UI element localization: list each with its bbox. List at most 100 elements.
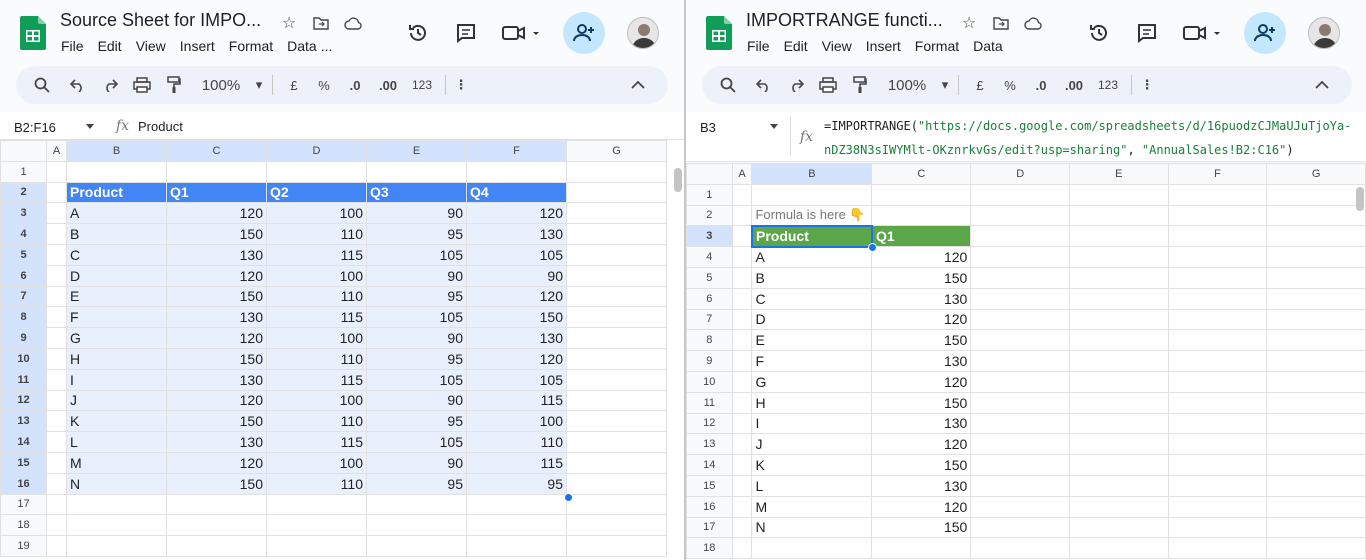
data-cell[interactable]: 130 bbox=[871, 350, 972, 372]
empty-cell[interactable] bbox=[466, 535, 567, 557]
data-cell[interactable]: 115 bbox=[466, 389, 567, 412]
empty-cell[interactable] bbox=[970, 350, 1070, 372]
data-cell[interactable]: 110 bbox=[466, 431, 567, 453]
data-cell[interactable]: 90 bbox=[366, 389, 467, 412]
row-header[interactable]: 18 bbox=[686, 537, 733, 560]
data-cell[interactable]: 95 bbox=[366, 285, 467, 308]
empty-cell[interactable] bbox=[1069, 391, 1169, 414]
column-header-f[interactable]: F bbox=[466, 140, 567, 162]
empty-cell[interactable] bbox=[731, 412, 753, 435]
empty-cell[interactable] bbox=[1266, 308, 1366, 331]
sheets-logo-icon[interactable] bbox=[20, 16, 46, 50]
data-cell[interactable]: 120 bbox=[871, 495, 972, 518]
header-cell[interactable]: Q1 bbox=[871, 225, 972, 248]
empty-cell[interactable] bbox=[731, 204, 753, 227]
empty-cell[interactable] bbox=[1266, 537, 1366, 560]
menu-data[interactable]: Data bbox=[287, 38, 317, 54]
empty-cell[interactable] bbox=[871, 537, 972, 560]
avatar[interactable] bbox=[627, 17, 659, 49]
empty-cell[interactable] bbox=[466, 160, 567, 183]
row-header[interactable]: 2 bbox=[686, 204, 733, 227]
empty-cell[interactable] bbox=[970, 329, 1070, 352]
more-options-icon[interactable]: ⋮ bbox=[1138, 70, 1156, 100]
empty-cell[interactable] bbox=[1266, 350, 1366, 372]
empty-cell[interactable] bbox=[731, 454, 753, 476]
empty-cell[interactable] bbox=[366, 535, 467, 557]
empty-cell[interactable] bbox=[970, 474, 1070, 497]
data-cell[interactable]: 100 bbox=[266, 264, 367, 287]
data-cell[interactable]: 130 bbox=[166, 306, 267, 329]
empty-cell[interactable] bbox=[1167, 433, 1268, 456]
empty-cell[interactable] bbox=[1266, 287, 1366, 310]
data-cell[interactable]: 150 bbox=[166, 472, 267, 495]
data-cell[interactable]: 150 bbox=[871, 266, 972, 289]
row-header[interactable]: 3 bbox=[0, 202, 47, 225]
row-header[interactable]: 16 bbox=[686, 495, 733, 518]
empty-cell[interactable] bbox=[871, 204, 972, 227]
column-header-d[interactable]: D bbox=[970, 163, 1070, 185]
decrease-decimal-button[interactable]: .0 bbox=[1025, 70, 1057, 100]
empty-cell[interactable] bbox=[46, 410, 67, 433]
data-cell[interactable]: 120 bbox=[166, 264, 267, 287]
empty-cell[interactable] bbox=[46, 243, 67, 266]
data-cell[interactable]: 120 bbox=[871, 246, 972, 268]
empty-cell[interactable] bbox=[566, 202, 667, 225]
empty-cell[interactable] bbox=[566, 431, 667, 453]
share-button[interactable] bbox=[563, 12, 605, 54]
data-cell[interactable]: 115 bbox=[266, 306, 367, 329]
empty-cell[interactable] bbox=[366, 493, 467, 516]
empty-cell[interactable] bbox=[731, 308, 753, 331]
search-menus-icon[interactable] bbox=[708, 70, 748, 100]
data-cell[interactable]: 95 bbox=[466, 472, 567, 495]
empty-cell[interactable] bbox=[566, 243, 667, 266]
data-cell[interactable]: 95 bbox=[366, 347, 467, 370]
empty-cell[interactable] bbox=[731, 266, 753, 289]
header-cell[interactable]: Q1 bbox=[166, 181, 267, 204]
row-header[interactable]: 10 bbox=[686, 370, 733, 393]
data-cell[interactable]: B bbox=[751, 266, 873, 289]
empty-cell[interactable] bbox=[166, 160, 267, 183]
row-header[interactable]: 8 bbox=[686, 329, 733, 352]
cloud-status-icon[interactable] bbox=[342, 12, 364, 34]
header-cell[interactable]: Q4 bbox=[466, 181, 567, 204]
empty-cell[interactable] bbox=[46, 223, 67, 245]
empty-cell[interactable] bbox=[1266, 391, 1366, 414]
increase-decimal-button[interactable]: .00 bbox=[1057, 70, 1091, 100]
empty-cell[interactable] bbox=[731, 350, 753, 372]
empty-cell[interactable] bbox=[566, 514, 667, 537]
empty-cell[interactable] bbox=[1266, 266, 1366, 289]
currency-format-button[interactable]: £ bbox=[965, 70, 995, 100]
empty-cell[interactable] bbox=[1266, 329, 1366, 352]
empty-cell[interactable] bbox=[1167, 183, 1268, 206]
vertical-scrollbar[interactable] bbox=[674, 168, 682, 192]
empty-cell[interactable] bbox=[970, 287, 1070, 310]
column-header-c[interactable]: C bbox=[871, 163, 972, 185]
empty-cell[interactable] bbox=[1069, 183, 1169, 206]
data-cell[interactable]: 120 bbox=[166, 202, 267, 225]
data-cell[interactable]: 150 bbox=[871, 454, 972, 476]
version-history-icon[interactable] bbox=[405, 20, 431, 46]
empty-cell[interactable] bbox=[970, 204, 1070, 227]
empty-cell[interactable] bbox=[366, 514, 467, 537]
empty-cell[interactable] bbox=[566, 223, 667, 245]
empty-cell[interactable] bbox=[731, 287, 753, 310]
row-header[interactable]: 15 bbox=[0, 451, 47, 474]
star-icon[interactable]: ☆ bbox=[958, 12, 980, 34]
empty-cell[interactable] bbox=[566, 451, 667, 474]
data-cell[interactable]: A bbox=[751, 246, 873, 268]
empty-cell[interactable] bbox=[566, 285, 667, 308]
data-cell[interactable]: 115 bbox=[266, 431, 367, 453]
sheet-grid[interactable]: A B C D E F G 1 2 Product Q1 Q2 Q3 Q4 3 A 120 100 90 120 4 B 1… bbox=[0, 140, 684, 560]
data-cell[interactable]: C bbox=[751, 287, 873, 310]
data-cell[interactable]: D bbox=[66, 264, 167, 287]
empty-cell[interactable] bbox=[1266, 454, 1366, 476]
empty-cell[interactable] bbox=[970, 516, 1070, 539]
meet-icon[interactable] bbox=[501, 20, 541, 46]
data-cell[interactable]: 150 bbox=[166, 223, 267, 245]
empty-cell[interactable] bbox=[1069, 495, 1169, 518]
data-cell[interactable]: 100 bbox=[266, 327, 367, 349]
row-header[interactable]: 17 bbox=[686, 516, 733, 539]
empty-cell[interactable] bbox=[731, 516, 753, 539]
empty-cell[interactable] bbox=[566, 410, 667, 433]
paint-format-icon[interactable] bbox=[158, 70, 190, 100]
